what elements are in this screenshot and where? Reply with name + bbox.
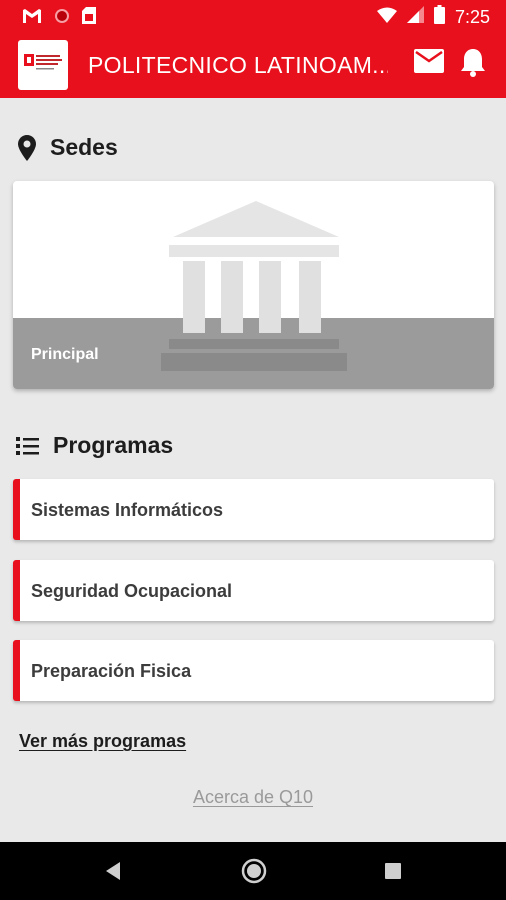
program-name: Preparación Fisica	[31, 661, 192, 681]
programas-title: Programas	[53, 432, 174, 458]
record-icon	[54, 8, 70, 29]
navigation-bar	[0, 842, 506, 900]
program-item[interactable]: Preparación Fisica	[13, 640, 494, 701]
status-bar-right: 7:25	[376, 5, 490, 29]
status-time: 7:25	[454, 6, 490, 27]
sede-card-label: Principal	[31, 346, 99, 363]
signal-icon	[406, 6, 424, 28]
app-logo[interactable]	[18, 40, 68, 90]
list-icon	[16, 436, 39, 456]
location-pin-icon	[18, 134, 36, 161]
sim-card-icon	[82, 7, 96, 29]
sedes-heading: Sedes	[18, 134, 118, 161]
sedes-title: Sedes	[50, 134, 118, 160]
programas-heading: Programas	[16, 432, 173, 459]
back-icon[interactable]	[104, 861, 122, 886]
status-bar: 7:25	[0, 0, 506, 32]
bell-icon[interactable]	[459, 47, 487, 82]
more-programs-link[interactable]: Ver más programas	[19, 731, 186, 752]
program-name: Seguridad Ocupacional	[31, 581, 233, 601]
battery-icon	[433, 5, 445, 29]
app-title: POLITECNICO LATINOAM...	[88, 52, 388, 78]
mail-icon[interactable]	[414, 49, 444, 78]
about-link[interactable]: Acerca de Q10	[0, 787, 506, 808]
home-icon[interactable]	[241, 858, 267, 889]
gmail-icon	[22, 8, 42, 29]
program-item[interactable]: Sistemas Informáticos	[13, 479, 494, 540]
building-icon	[161, 201, 351, 378]
app-bar: POLITECNICO LATINOAM...	[0, 32, 506, 98]
wifi-icon	[376, 7, 397, 28]
recent-apps-icon[interactable]	[385, 863, 401, 884]
sede-card-principal[interactable]: Principal	[13, 181, 494, 389]
status-bar-left	[22, 7, 96, 29]
program-name: Sistemas Informáticos	[31, 500, 224, 520]
program-item[interactable]: Seguridad Ocupacional	[13, 560, 494, 621]
